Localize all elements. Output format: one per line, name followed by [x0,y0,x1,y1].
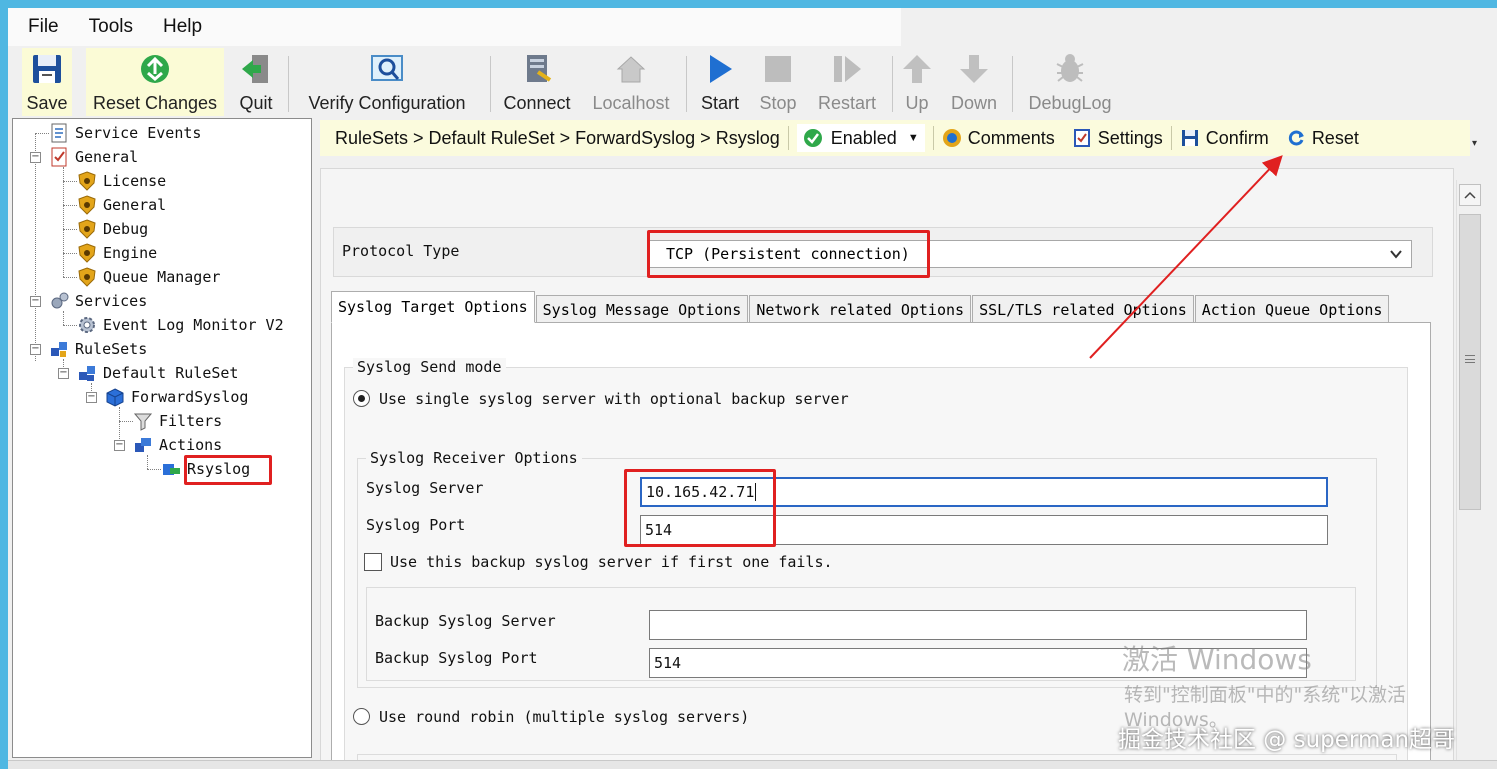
tab-syslog-target-options[interactable]: Syslog Target Options [331,291,535,323]
activation-watermark-title: 激活 Windows [1122,643,1312,676]
app-window: File Tools Help Save Reset Changes Quit … [8,8,1497,769]
source-credit: 掘金技术社区 @ superman超哥 [1118,727,1456,753]
